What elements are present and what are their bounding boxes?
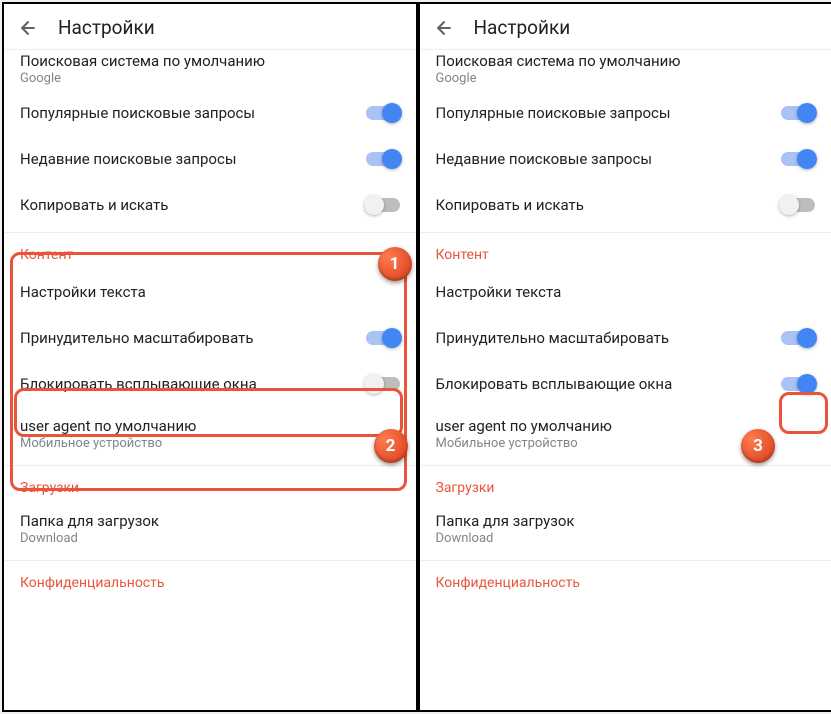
row-text-settings[interactable]: Настройки текста [4,269,416,315]
toggle-force-zoom[interactable] [781,331,815,345]
toggle-copy-search[interactable] [366,198,400,212]
section-header-downloads: Загрузки [420,466,831,502]
row-popular-queries[interactable]: Популярные поисковые запросы [4,90,416,136]
row-block-popups[interactable]: Блокировать всплывающие окна [4,361,416,407]
row-search-engine[interactable]: Поисковая система по умолчанию Google [4,50,416,90]
row-text-settings[interactable]: Настройки текста [420,269,831,315]
section-header-content: Контент [420,233,831,269]
section-downloads: Загрузки Папка для загрузок Download [4,466,416,561]
row-copy-search[interactable]: Копировать и искать [4,182,416,228]
section-content: Контент Настройки текста Принудительно м… [4,233,416,466]
toggle-force-zoom[interactable] [366,331,400,345]
row-recent-queries[interactable]: Недавние поисковые запросы [420,136,831,182]
page-title: Настройки [474,16,571,39]
toggle-block-popups-right[interactable] [781,377,815,391]
row-user-agent[interactable]: user agent по умолчанию Мобильное устрой… [420,407,831,465]
phone-left: Настройки Поисковая система по умолчанию… [4,4,416,710]
section-header-downloads: Загрузки [4,466,416,502]
row-force-zoom[interactable]: Принудительно масштабировать [4,315,416,361]
toggle-popular[interactable] [781,106,815,120]
back-arrow-icon[interactable] [18,18,38,38]
toggle-copy-search[interactable] [781,198,815,212]
toggle-recent[interactable] [366,152,400,166]
app-header: Настройки [4,4,416,50]
row-force-zoom[interactable]: Принудительно масштабировать [420,315,831,361]
row-download-folder[interactable]: Папка для загрузок Download [4,502,416,560]
row-download-folder[interactable]: Папка для загрузок Download [420,502,831,560]
section-header-content: Контент [4,233,416,269]
toggle-recent[interactable] [781,152,815,166]
row-block-popups[interactable]: Блокировать всплывающие окна [420,361,831,407]
section-header-privacy: Конфиденциальность [4,561,416,597]
toggle-block-popups-left[interactable] [366,377,400,391]
row-recent-queries[interactable]: Недавние поисковые запросы [4,136,416,182]
row-popular-queries[interactable]: Популярные поисковые запросы [420,90,831,136]
back-arrow-icon[interactable] [434,18,454,38]
toggle-popular[interactable] [366,106,400,120]
section-content: Контент Настройки текста Принудительно м… [420,233,831,466]
app-header: Настройки [420,4,831,50]
row-search-engine[interactable]: Поисковая система по умолчанию Google [420,50,831,90]
page-title: Настройки [58,16,155,39]
section-header-privacy: Конфиденциальность [420,561,831,597]
row-copy-search[interactable]: Копировать и искать [420,182,831,228]
phone-right: Настройки Поисковая система по умолчанию… [420,4,831,710]
row-user-agent[interactable]: user agent по умолчанию Мобильное устрой… [4,407,416,465]
section-downloads: Загрузки Папка для загрузок Download [420,466,831,561]
